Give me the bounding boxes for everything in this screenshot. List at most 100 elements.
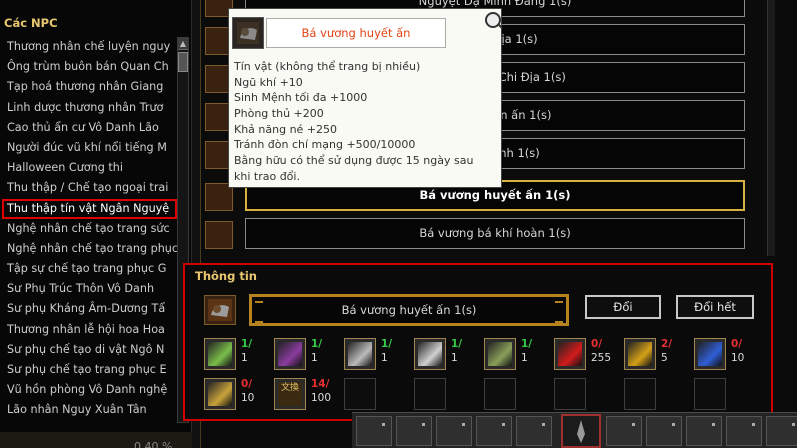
scroll-up-icon[interactable]: ▲ xyxy=(178,38,188,50)
dagger-icon xyxy=(348,342,372,366)
exchange-all-button[interactable]: Đổi hết xyxy=(676,295,754,319)
material-have-count: 1/ xyxy=(381,338,393,350)
material-have-count: 1/ xyxy=(521,338,533,350)
exchange-button[interactable]: Đổi xyxy=(585,295,661,319)
empty-material-slot[interactable] xyxy=(694,378,726,410)
purple-cloth-icon xyxy=(278,342,302,366)
npc-list-item[interactable]: Thu thập / Chế tạo ngoại trai xyxy=(2,178,177,198)
material-have-count: 14/ xyxy=(311,378,330,390)
npc-list-item[interactable]: Thương nhân lễ hội hoa Hoa xyxy=(2,320,177,340)
material-have-count: 1/ xyxy=(241,338,253,350)
hotbar-slot[interactable] xyxy=(726,416,762,446)
tooltip-line: Tín vật (không thể trang bị nhiều) xyxy=(234,60,421,73)
npc-list-item[interactable]: Lão nhân Nguy Xuân Tân xyxy=(2,400,177,420)
npc-list-item[interactable]: Linh dược thương nhân Trươ xyxy=(2,98,177,118)
material-have-count: 1/ xyxy=(451,338,463,350)
tooltip-item-name: Bá vương huyết ấn xyxy=(266,18,446,48)
npc-list-item[interactable]: Thu thập tín vật Ngân Nguyệ xyxy=(2,198,177,219)
hotbar xyxy=(352,412,797,448)
empty-material-slot[interactable] xyxy=(484,378,516,410)
exchange-book-icon: 文換 xyxy=(278,382,302,406)
npc-list: Thương nhân chế luyện nguy Ông trùm buôn … xyxy=(2,37,177,421)
material-need-count: 1 xyxy=(451,352,458,364)
hotbar-slot[interactable] xyxy=(436,416,472,446)
material-slot[interactable]: 1/1 xyxy=(414,338,462,370)
npc-list-item[interactable]: Sư Phụ Trúc Thôn Vô Danh xyxy=(2,279,177,299)
material-slot[interactable]: 1/1 xyxy=(274,338,322,370)
material-need-count: 255 xyxy=(591,352,612,364)
tooltip-line: Sinh Mệnh tối đa +1000 xyxy=(234,91,368,105)
scroll-thumb[interactable] xyxy=(178,52,188,72)
spear-icon xyxy=(488,342,512,366)
npc-list-item[interactable]: Nghệ nhân chế tạo trang phục xyxy=(2,239,177,259)
hotbar-feature-slot[interactable] xyxy=(561,414,601,448)
golden-ticket-icon xyxy=(208,382,232,406)
material-slot[interactable]: 文換 14/100 xyxy=(274,378,331,410)
tooltip-line: khi trao đổi. xyxy=(234,169,300,183)
material-have-count: 0/ xyxy=(731,338,743,350)
npc-list-item[interactable]: Người đúc vũ khí nổi tiếng M xyxy=(2,138,177,158)
grass-blade-icon xyxy=(208,342,232,366)
info-panel: Thông tin Bá vương huyết ấn 1(s) Đổi Đổi… xyxy=(183,263,773,421)
material-have-count: 2/ xyxy=(661,338,673,350)
tooltip-line: Phòng thủ +200 xyxy=(234,107,324,121)
empty-material-slot[interactable] xyxy=(554,378,586,410)
tooltip-line: Khả năng né +250 xyxy=(234,122,338,136)
hotbar-slot[interactable] xyxy=(476,416,512,446)
empty-material-slot[interactable] xyxy=(414,378,446,410)
npc-list-item[interactable]: Tạp hoá thương nhân Giang xyxy=(2,77,177,97)
hotbar-slot[interactable] xyxy=(516,416,552,446)
tooltip-line: Tránh đòn chí mạng +500/10000 xyxy=(234,138,416,152)
npc-list-item[interactable]: Tập sự chế tạo trang phục G xyxy=(2,259,177,279)
golden-scroll-icon xyxy=(628,342,652,366)
blue-gem-icon xyxy=(698,342,722,366)
material-have-count: 0/ xyxy=(241,378,253,390)
recipe-row[interactable]: Bá vương bá khí hoàn 1(s) xyxy=(205,218,745,249)
magnifier-icon[interactable] xyxy=(485,12,501,28)
npc-list-item[interactable]: Halloween Cương thi xyxy=(2,158,177,178)
hotbar-slot[interactable] xyxy=(356,416,392,446)
npc-list-item[interactable]: Cao thủ ẩn cư Vô Danh Lão xyxy=(2,118,177,138)
material-need-count: 10 xyxy=(241,392,255,404)
material-slot[interactable]: 0/10 xyxy=(204,378,254,410)
material-slot[interactable]: 0/10 xyxy=(694,338,744,370)
red-potion-icon xyxy=(558,342,582,366)
recipe-scrollbar[interactable] xyxy=(767,0,775,256)
hotbar-slot[interactable] xyxy=(606,416,642,446)
npc-list-item[interactable]: Ông trùm buôn bán Quan Ch xyxy=(2,57,177,77)
tooltip-description: Tín vật (không thể trang bị nhiều) Ngũ kh… xyxy=(234,59,500,185)
empty-material-slot[interactable] xyxy=(624,378,656,410)
npc-list-item[interactable]: Vũ hồn phòng Vô Danh nghệ xyxy=(2,380,177,400)
material-slot[interactable]: 1/1 xyxy=(484,338,532,370)
material-slot[interactable]: 1/1 xyxy=(204,338,252,370)
info-panel-title: Thông tin xyxy=(195,269,257,283)
npc-panel: Các NPC Thương nhân chế luyện nguy Ông tr… xyxy=(0,0,192,432)
hotbar-slot[interactable] xyxy=(766,416,797,446)
result-item-icon xyxy=(204,295,236,325)
empty-material-slot[interactable] xyxy=(344,378,376,410)
tooltip-line: Bằng hữu có thể sử dụng được 15 ngày sau xyxy=(234,154,474,168)
material-have-count: 0/ xyxy=(591,338,603,350)
npc-list-item[interactable]: Thương nhân chế luyện nguy xyxy=(2,37,177,57)
material-need-count: 1 xyxy=(311,352,318,364)
npc-list-item[interactable]: Sư phụ chế tạo di vật Ngô N xyxy=(2,340,177,360)
material-slot[interactable]: 1/1 xyxy=(344,338,392,370)
material-slot[interactable]: 2/5 xyxy=(624,338,672,370)
item-tooltip: Bá vương huyết ấn Tín vật (không thể tra… xyxy=(228,8,502,188)
recipe-button[interactable]: Bá vương bá khí hoàn 1(s) xyxy=(245,218,745,249)
npc-list-item[interactable]: Nghệ nhân chế tạo trang sức xyxy=(2,219,177,239)
material-have-count: 1/ xyxy=(311,338,323,350)
blade-icon xyxy=(577,420,585,443)
hotbar-slot[interactable] xyxy=(396,416,432,446)
npc-panel-title: Các NPC xyxy=(4,16,58,30)
material-need-count: 5 xyxy=(661,352,668,364)
npc-list-item[interactable]: Sư phụ chế tạo trang phục E xyxy=(2,360,177,380)
recipe-item-icon xyxy=(205,221,233,249)
hotbar-slot[interactable] xyxy=(646,416,682,446)
material-need-count: 1 xyxy=(521,352,528,364)
hotbar-slot[interactable] xyxy=(686,416,722,446)
material-need-count: 1 xyxy=(381,352,388,364)
material-slot[interactable]: 0/255 xyxy=(554,338,611,370)
footer-percent: 0.40 % xyxy=(134,440,173,448)
npc-list-item[interactable]: Sư phụ Kháng Âm-Dương Tẩ xyxy=(2,299,177,319)
